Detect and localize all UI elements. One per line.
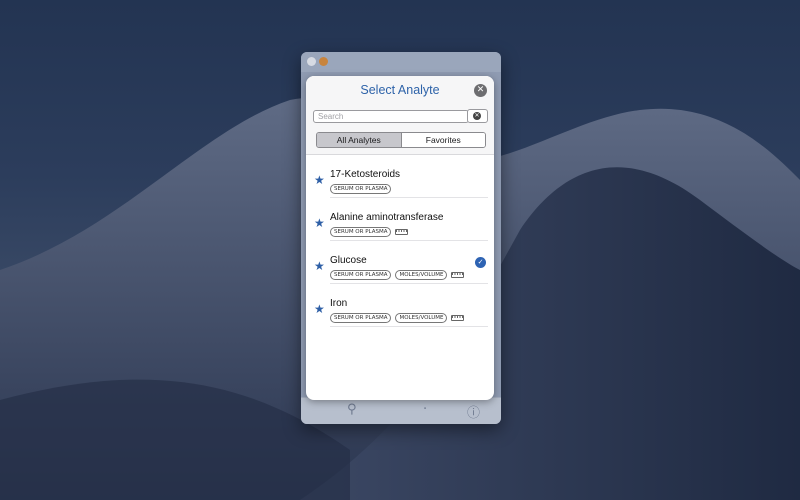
checkmark-icon: ✓	[475, 257, 486, 268]
close-icon[interactable]: ✕	[474, 84, 487, 97]
unit-tag: MOLES/VOLUME	[395, 270, 448, 280]
analyte-name: Alanine aminotransferase	[330, 212, 444, 223]
select-analyte-sheet: Select Analyte ✕ ✕ All Analytes Favorite…	[306, 76, 494, 400]
star-icon[interactable]: ★	[314, 303, 325, 315]
window-titlebar	[301, 52, 501, 72]
list-item[interactable]: ★ Glucose SERUM OR PLASMA MOLES/VOLUME ✓	[306, 241, 494, 284]
desktop-wallpaper: ⚲ · ⓘ Select Analyte ✕ ✕ All Analytes Fa…	[0, 0, 800, 500]
list-item[interactable]: ★ 17-Ketosteroids SERUM OR PLASMA	[306, 155, 494, 198]
ruler-icon	[395, 229, 409, 235]
analyte-list: ★ 17-Ketosteroids SERUM OR PLASMA ★ Alan…	[306, 155, 494, 327]
dot-icon: ·	[423, 402, 428, 417]
segment-favorites[interactable]: Favorites	[401, 133, 485, 147]
clear-icon: ✕	[473, 112, 481, 120]
analyte-tags: SERUM OR PLASMA	[330, 184, 392, 194]
background-toolbar: ⚲ · ⓘ	[301, 397, 501, 424]
sheet-title: Select Analyte	[360, 83, 440, 97]
window-minimize-button[interactable]	[319, 57, 328, 66]
paperclip-icon[interactable]: ⚲	[347, 402, 357, 417]
sheet-header: Select Analyte ✕ ✕ All Analytes Favorite…	[306, 76, 494, 155]
info-icon[interactable]: ⓘ	[467, 402, 480, 421]
list-item[interactable]: ★ Iron SERUM OR PLASMA MOLES/VOLUME	[306, 284, 494, 327]
analyte-filter-segmented-control: All Analytes Favorites	[316, 132, 486, 148]
specimen-tag: SERUM OR PLASMA	[330, 270, 392, 280]
clear-search-button[interactable]: ✕	[467, 109, 488, 123]
analyte-name: Iron	[330, 298, 348, 309]
specimen-tag: SERUM OR PLASMA	[330, 227, 392, 237]
window-close-button[interactable]	[307, 57, 316, 66]
specimen-tag: SERUM OR PLASMA	[330, 313, 392, 323]
specimen-tag: SERUM OR PLASMA	[330, 184, 392, 194]
unit-tag: MOLES/VOLUME	[395, 313, 448, 323]
analyte-name: Glucose	[330, 255, 367, 266]
star-icon[interactable]: ★	[314, 260, 325, 272]
search-input[interactable]	[313, 110, 469, 123]
ruler-icon	[451, 272, 465, 278]
analyte-tags: SERUM OR PLASMA	[330, 227, 409, 237]
analyte-name: 17-Ketosteroids	[330, 169, 401, 180]
list-item[interactable]: ★ Alanine aminotransferase SERUM OR PLAS…	[306, 198, 494, 241]
segment-all-analytes[interactable]: All Analytes	[317, 133, 402, 147]
star-icon[interactable]: ★	[314, 217, 325, 229]
analyte-tags: SERUM OR PLASMA MOLES/VOLUME	[330, 313, 465, 323]
star-icon[interactable]: ★	[314, 174, 325, 186]
ruler-icon	[451, 315, 465, 321]
analyte-tags: SERUM OR PLASMA MOLES/VOLUME	[330, 270, 465, 280]
